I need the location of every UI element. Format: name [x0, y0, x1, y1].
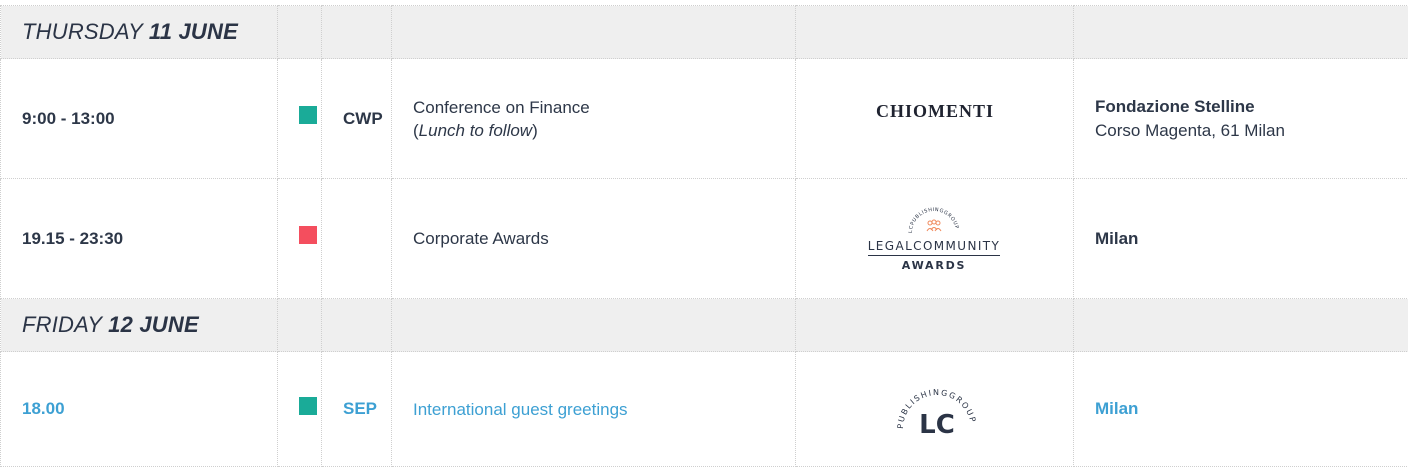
day-date: 12 JUNE — [108, 312, 199, 337]
day-label-cell: FRIDAY 12 JUNE — [0, 298, 278, 352]
header-empty-cell — [321, 5, 392, 59]
event-venue: Milan — [1073, 178, 1408, 299]
sponsor-logo-cell: PUBLISHINGGROUP LC — [795, 351, 1074, 467]
event-subtitle: (Lunch to follow) — [413, 120, 538, 140]
header-empty-cell — [1073, 298, 1408, 352]
chiomenti-logo: CHIOMENTI — [875, 101, 994, 121]
day-header-friday: FRIDAY 12 JUNE — [0, 298, 1408, 352]
event-title: Corporate Awards — [413, 229, 549, 248]
event-note: Lunch to follow — [418, 120, 533, 140]
event-venue: Fondazione Stelline Corso Magenta, 61 Mi… — [1073, 58, 1408, 179]
venue-address: Corso Magenta, 61 Milan — [1095, 120, 1285, 140]
legalcommunity-awards-logo: LCPUBLISHINGGROUP LEGALCOMMUNITY AWARDS — [867, 203, 1001, 272]
header-empty-cell — [391, 298, 796, 352]
venue-name: Milan — [1095, 399, 1139, 418]
header-empty-cell — [391, 5, 796, 59]
venue-name: Fondazione Stelline — [1095, 96, 1255, 116]
day-date: 11 JUNE — [148, 19, 238, 44]
lc-publishing-arc-icon: LCPUBLISHINGGROUP — [908, 207, 959, 233]
lc-awards-sub: AWARDS — [901, 259, 967, 272]
event-tag: CWP — [321, 58, 392, 179]
event-title-cell[interactable]: International guest greetings — [391, 351, 796, 467]
event-tag: SEP — [321, 351, 392, 467]
header-empty-cell — [1073, 5, 1408, 59]
day-header-thursday: THURSDAY 11 JUNE — [0, 5, 1408, 59]
event-title-link[interactable]: International guest greetings — [413, 398, 795, 421]
event-venue: Milan — [1073, 351, 1408, 467]
venue-name: Milan — [1095, 228, 1139, 248]
event-time: 19.15 - 23:30 — [0, 178, 278, 299]
svg-text:LC: LC — [919, 410, 955, 440]
event-title: Conference on Finance — [413, 97, 590, 117]
event-row[interactable]: 19.15 - 23:30 Corporate Awards LCPUBLISH… — [0, 178, 1408, 299]
lc-publishing-group-logo: PUBLISHINGGROUP LC — [887, 371, 987, 448]
day-name: THURSDAY — [22, 19, 143, 44]
event-title-cell: Corporate Awards — [391, 178, 796, 299]
event-tag — [321, 178, 392, 299]
event-time: 9:00 - 13:00 — [0, 58, 278, 179]
category-color-swatch — [299, 226, 317, 245]
category-swatch-cell — [277, 58, 322, 179]
event-row[interactable]: 18.00 SEP International guest greetings … — [0, 351, 1408, 467]
category-color-swatch — [299, 396, 317, 415]
header-empty-cell — [795, 298, 1074, 352]
event-time: 18.00 — [0, 351, 278, 467]
day-name: FRIDAY — [22, 312, 102, 337]
header-empty-cell — [277, 298, 322, 352]
day-label: THURSDAY 11 JUNE — [22, 19, 238, 44]
sponsor-logo-cell: CHIOMENTI — [795, 58, 1074, 179]
lc-awards-name: LEGALCOMMUNITY — [867, 239, 1001, 256]
header-empty-cell — [277, 5, 322, 59]
event-row[interactable]: 9:00 - 13:00 CWP Conference on Finance (… — [0, 58, 1408, 179]
header-empty-cell — [321, 298, 392, 352]
header-empty-cell — [795, 5, 1074, 59]
category-color-swatch — [299, 106, 317, 125]
event-schedule-table: THURSDAY 11 JUNE 9:00 - 13:00 CWP Confer… — [0, 5, 1408, 467]
day-label-cell: THURSDAY 11 JUNE — [0, 5, 278, 59]
category-swatch-cell — [277, 178, 322, 299]
sponsor-logo-cell: LCPUBLISHINGGROUP LEGALCOMMUNITY AWARDS — [795, 178, 1074, 299]
event-title-cell: Conference on Finance (Lunch to follow) — [391, 58, 796, 179]
lc-logo-icon: PUBLISHINGGROUP LC — [896, 387, 976, 440]
category-swatch-cell — [277, 351, 322, 467]
day-label: FRIDAY 12 JUNE — [22, 312, 199, 337]
